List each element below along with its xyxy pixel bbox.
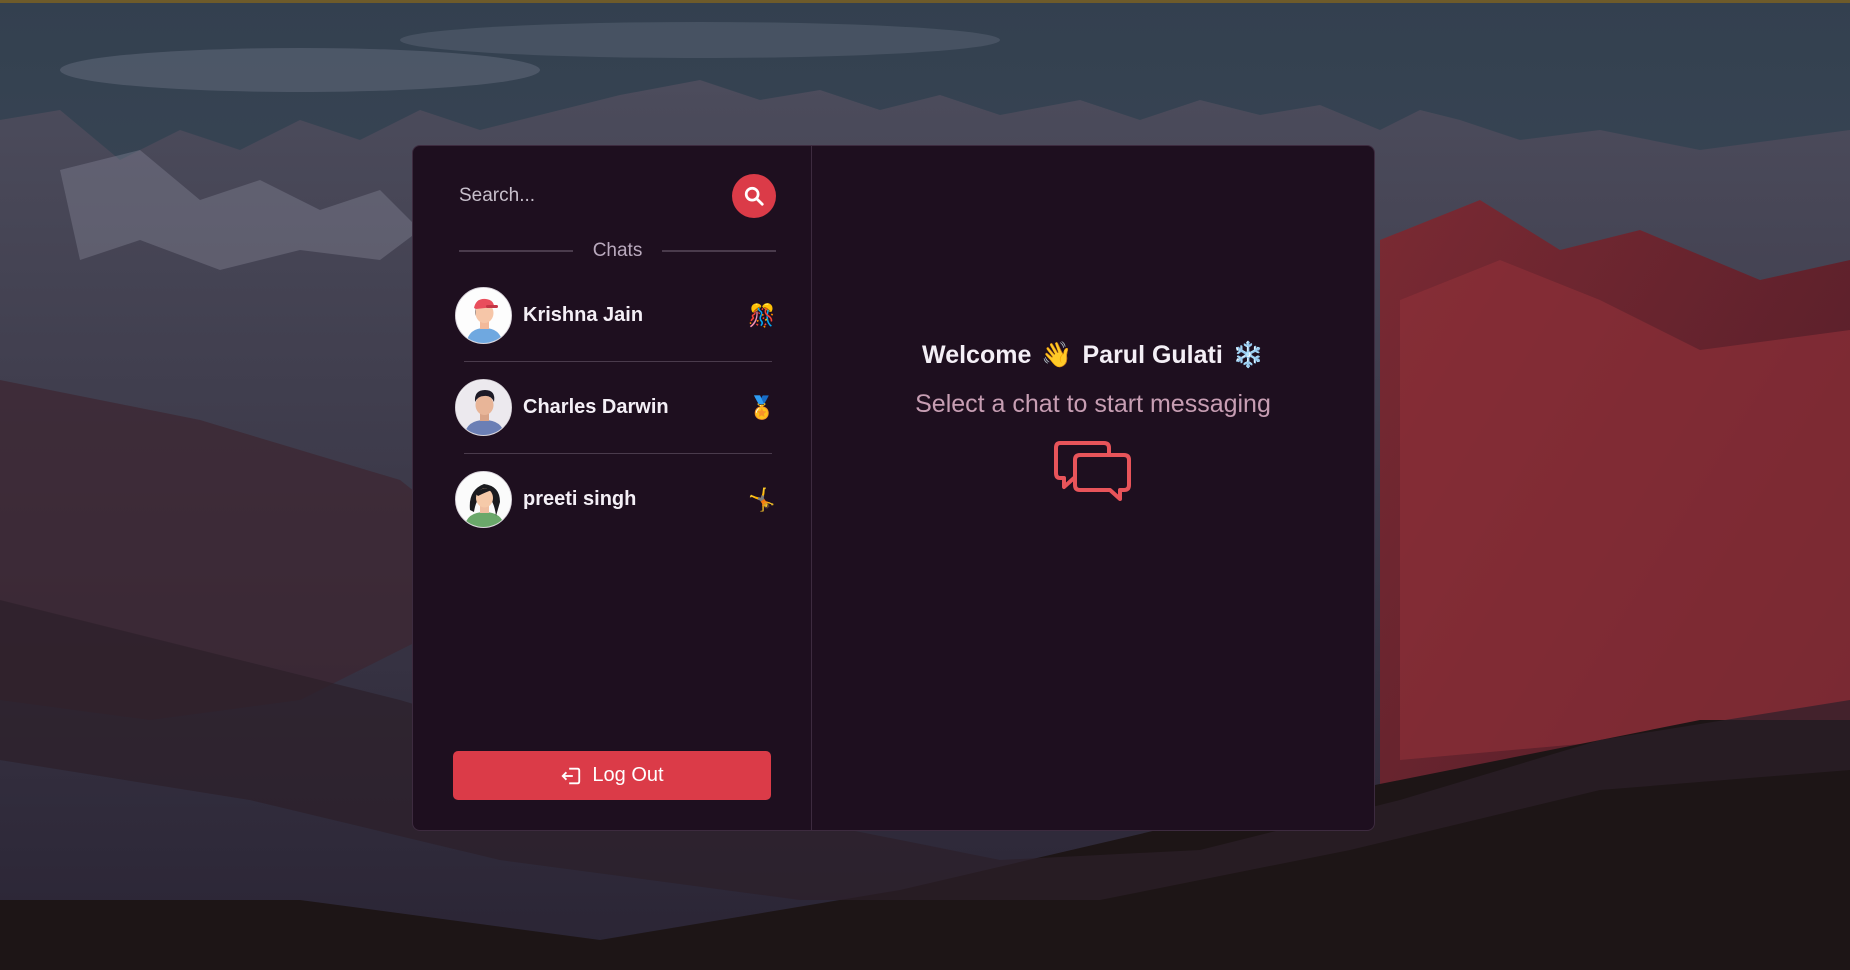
chat-list: Krishna Jain 🎊 Charles Darwin 🏅 preeti s…: [447, 285, 776, 530]
chat-divider: [464, 453, 772, 454]
chat-divider: [464, 361, 772, 362]
logout-icon: [561, 767, 581, 784]
divider-line-left: [459, 250, 573, 252]
user-name: Parul Gulati: [1082, 341, 1223, 369]
chat-item-krishna-jain[interactable]: Krishna Jain 🎊: [447, 285, 776, 346]
chats-section-label: Chats: [592, 240, 643, 261]
medal-emoji-icon: 🏅: [748, 394, 776, 420]
sidebar: Chats Krishna Jain 🎊: [413, 146, 812, 830]
chat-name: Charles Darwin: [523, 396, 669, 418]
cartwheel-emoji-icon: 🤸: [748, 486, 776, 512]
welcome-text: Welcome: [922, 341, 1032, 369]
logout-button[interactable]: Log Out: [453, 751, 771, 800]
welcome-heading: Welcome 👋 Parul Gulati ❄️: [917, 341, 1269, 370]
chat-name: Krishna Jain: [523, 304, 644, 326]
chat-name: preeti singh: [523, 488, 637, 510]
snowflake-emoji-icon: ❄️: [1232, 341, 1264, 369]
avatar-woman-icon: [455, 471, 512, 528]
chat-item-preeti-singh[interactable]: preeti singh 🤸: [447, 469, 776, 530]
divider-line-right: [662, 250, 777, 252]
search-button[interactable]: [732, 174, 776, 218]
search-icon: [744, 186, 764, 206]
logout-label: Log Out: [592, 764, 664, 786]
select-chat-prompt: Select a chat to start messaging: [915, 390, 1271, 418]
search-bar: [447, 174, 776, 218]
chat-app-card: Chats Krishna Jain 🎊: [412, 145, 1375, 831]
chat-bubbles-icon: [1054, 441, 1131, 501]
main-panel: Welcome 👋 Parul Gulati ❄️ Select a chat …: [812, 146, 1374, 830]
waving-hand-emoji-icon: 👋: [1041, 341, 1073, 369]
avatar-man-icon: [455, 379, 512, 436]
top-border-line: [0, 0, 1850, 3]
chats-divider: Chats: [447, 240, 777, 262]
search-input[interactable]: [447, 185, 732, 207]
party-popper-emoji-icon: 🎊: [748, 302, 776, 328]
avatar-man-cap-icon: [455, 287, 512, 344]
chat-item-charles-darwin[interactable]: Charles Darwin 🏅: [447, 377, 776, 438]
